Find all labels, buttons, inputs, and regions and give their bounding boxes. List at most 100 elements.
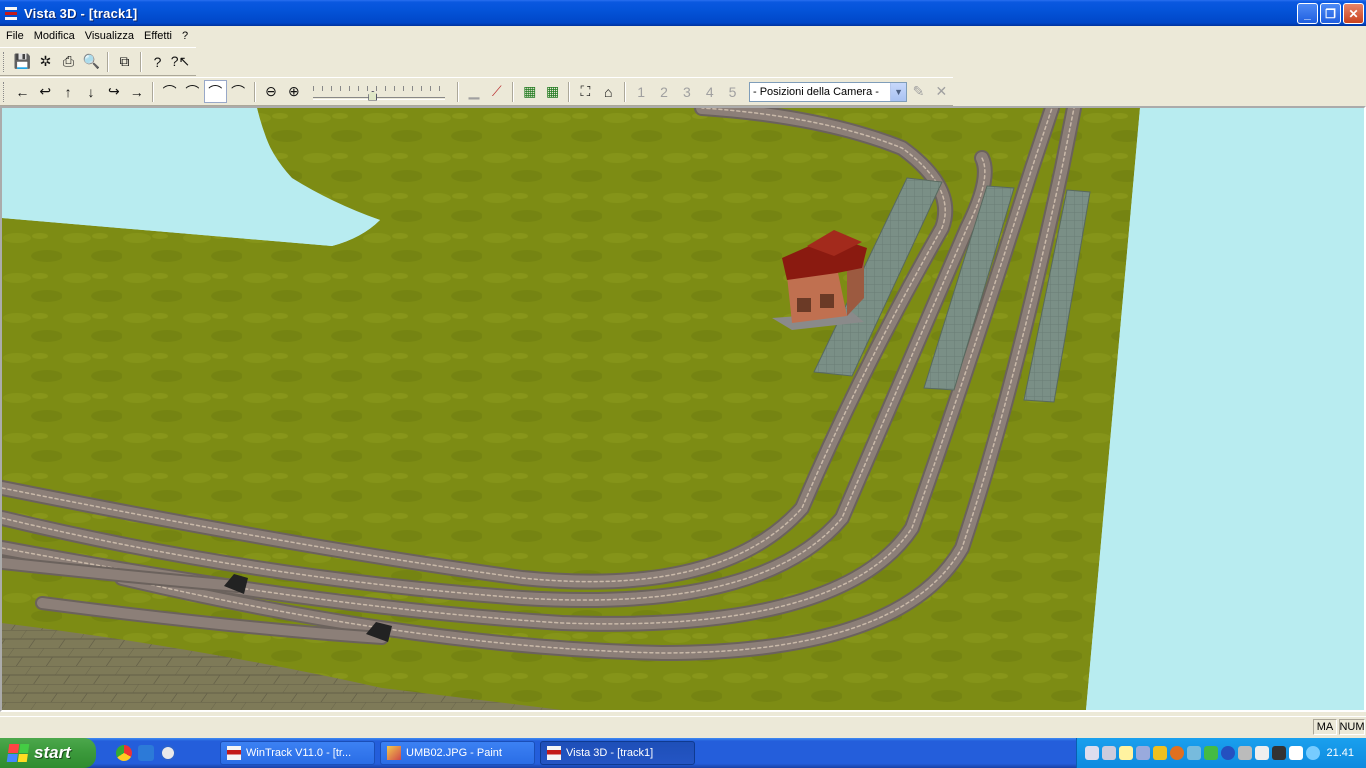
volume-icon[interactable] <box>1289 746 1303 760</box>
toolbar-grip[interactable] <box>3 81 6 102</box>
search-icon[interactable] <box>1306 746 1320 760</box>
standard-toolbar: 💾 ✲ ⎙ 🔍 ⧉ ? ?↖ <box>0 47 196 76</box>
folder-icon[interactable] <box>1119 746 1133 760</box>
caps-lock-indicator: MA <box>1313 719 1337 735</box>
toolbar-separator <box>140 51 142 72</box>
camera-fly-icon[interactable]: ⌒ <box>227 80 250 103</box>
export-icon[interactable]: ✲ <box>34 50 57 73</box>
print-icon[interactable]: ⎙ <box>57 50 80 73</box>
toolbar-separator <box>107 51 109 72</box>
print-preview-icon[interactable]: 🔍 <box>80 50 103 73</box>
arrow-up-icon[interactable]: ↑ <box>57 80 80 103</box>
slider-thumb[interactable] <box>368 90 378 101</box>
sync-icon[interactable] <box>1204 746 1218 760</box>
start-button[interactable]: start <box>0 738 96 768</box>
task-paint[interactable]: UMB02.JPG - Paint <box>380 741 535 765</box>
save-icon[interactable]: 💾 <box>11 50 34 73</box>
snapshot-icon[interactable]: ⌂ <box>597 80 620 103</box>
menu-file[interactable]: File <box>1 30 29 42</box>
monitor-icon[interactable] <box>1272 746 1286 760</box>
camera-position-4-icon[interactable]: 4 <box>698 80 721 103</box>
quick-launch <box>116 745 176 761</box>
title-bar: Vista 3D - [track1] _ ❐ ✕ <box>0 0 1366 26</box>
zoom-out-icon[interactable]: ⊖ <box>260 80 283 103</box>
wintrack-icon <box>227 746 241 760</box>
start-label: start <box>34 743 71 762</box>
chevron-down-icon[interactable]: ▼ <box>890 82 907 101</box>
arrow-left-icon[interactable]: ← <box>11 80 34 103</box>
zoom-in-icon[interactable]: ⊕ <box>282 80 305 103</box>
menu-visualizza[interactable]: Visualizza <box>80 30 139 42</box>
context-help-icon[interactable]: ?↖ <box>169 50 192 73</box>
task-label: UMB02.JPG - Paint <box>406 747 502 759</box>
vista3d-icon <box>547 746 561 760</box>
windows-logo-icon <box>6 744 30 762</box>
task-wintrack[interactable]: WinTrack V11.0 - [tr... <box>220 741 375 765</box>
task-vista3d[interactable]: Vista 3D - [track1] <box>540 741 695 765</box>
bluetooth-icon[interactable] <box>1221 746 1235 760</box>
camera-position-5-icon[interactable]: 5 <box>721 80 744 103</box>
zoom-slider[interactable] <box>313 82 445 102</box>
toolbar-separator <box>567 81 570 102</box>
camera-walk-icon[interactable]: ⌒ <box>203 80 227 103</box>
app-icon[interactable] <box>4 5 20 21</box>
copy-icon[interactable]: ⧉ <box>113 50 136 73</box>
explorer-icon[interactable] <box>138 745 154 761</box>
minimize-button[interactable]: _ <box>1297 3 1318 24</box>
display-icon[interactable] <box>1102 746 1116 760</box>
toolbar-separator <box>512 81 515 102</box>
menu-effetti[interactable]: Effetti <box>139 30 177 42</box>
media-player-icon[interactable] <box>160 745 176 761</box>
device-icon[interactable] <box>1136 746 1150 760</box>
restore-button[interactable]: ❐ <box>1320 3 1341 24</box>
network-icon[interactable] <box>1085 746 1099 760</box>
view-toolbar: ← ↩ ↑ ↓ ↪ → ⌒ ⌒ ⌒ ⌒ ⊖ ⊕ ▁ ⟋ ▦ ▦ ⛶ ⌂ 1 2 … <box>0 77 953 106</box>
shield-icon[interactable] <box>1153 746 1167 760</box>
window-title: Vista 3D - [track1] <box>24 5 138 21</box>
help-icon[interactable]: ? <box>146 50 169 73</box>
track-tool-icon[interactable]: ⟋ <box>485 80 508 103</box>
3d-scene[interactable] <box>2 108 1364 710</box>
fit-view-icon[interactable]: ⛶ <box>574 80 597 103</box>
camera-positions-select[interactable]: - Posizioni della Camera - ▼ <box>749 81 908 102</box>
usb-icon[interactable] <box>1238 746 1252 760</box>
printer-icon[interactable] <box>1255 746 1269 760</box>
slider-ticks <box>313 85 445 91</box>
camera-orbit-icon[interactable]: ⌒ <box>158 80 181 103</box>
antivirus-icon[interactable] <box>1170 746 1184 760</box>
camera-position-1-icon[interactable]: 1 <box>630 80 653 103</box>
paint-icon <box>387 746 401 760</box>
arrow-down-icon[interactable]: ↓ <box>80 80 103 103</box>
toolbar-separator <box>253 81 256 102</box>
toolbar-separator <box>623 81 626 102</box>
camera-position-3-icon[interactable]: 3 <box>675 80 698 103</box>
terrain-icon[interactable]: ▦ <box>518 80 541 103</box>
close-button[interactable]: ✕ <box>1343 3 1364 24</box>
add-camera-icon[interactable]: ✎ <box>907 80 930 103</box>
system-tray: 21.41 <box>1076 738 1366 768</box>
clock: 21.41 <box>1326 747 1354 759</box>
ground-level-icon[interactable]: ▁ <box>463 80 486 103</box>
task-label: Vista 3D - [track1] <box>566 747 654 759</box>
camera-positions-value: - Posizioni della Camera - <box>753 85 879 98</box>
toolbar-grip[interactable] <box>3 51 6 72</box>
num-lock-indicator: NUM <box>1339 719 1365 735</box>
arrow-right-icon[interactable]: → <box>125 80 148 103</box>
chrome-icon[interactable] <box>116 745 132 761</box>
rotate-right-icon[interactable]: ↪ <box>102 80 125 103</box>
status-bar: MA NUM <box>0 716 1366 736</box>
menu-help[interactable]: ? <box>177 30 193 42</box>
camera-tilt-icon[interactable]: ⌒ <box>181 80 204 103</box>
camera-position-2-icon[interactable]: 2 <box>653 80 676 103</box>
update-icon[interactable] <box>1187 746 1201 760</box>
grid-icon[interactable]: ▦ <box>541 80 564 103</box>
toolbar-separator <box>456 81 459 102</box>
3d-viewport[interactable] <box>0 106 1366 712</box>
rotate-left-icon[interactable]: ↩ <box>34 80 57 103</box>
slider-track <box>313 96 445 100</box>
toolbar-separator <box>152 81 155 102</box>
menu-modifica[interactable]: Modifica <box>29 30 80 42</box>
delete-camera-icon[interactable]: ✕ <box>930 80 953 103</box>
menu-bar: File Modifica Visualizza Effetti ? <box>0 26 1366 45</box>
taskbar: start WinTrack V11.0 - [tr... UMB02.JPG … <box>0 738 1366 768</box>
